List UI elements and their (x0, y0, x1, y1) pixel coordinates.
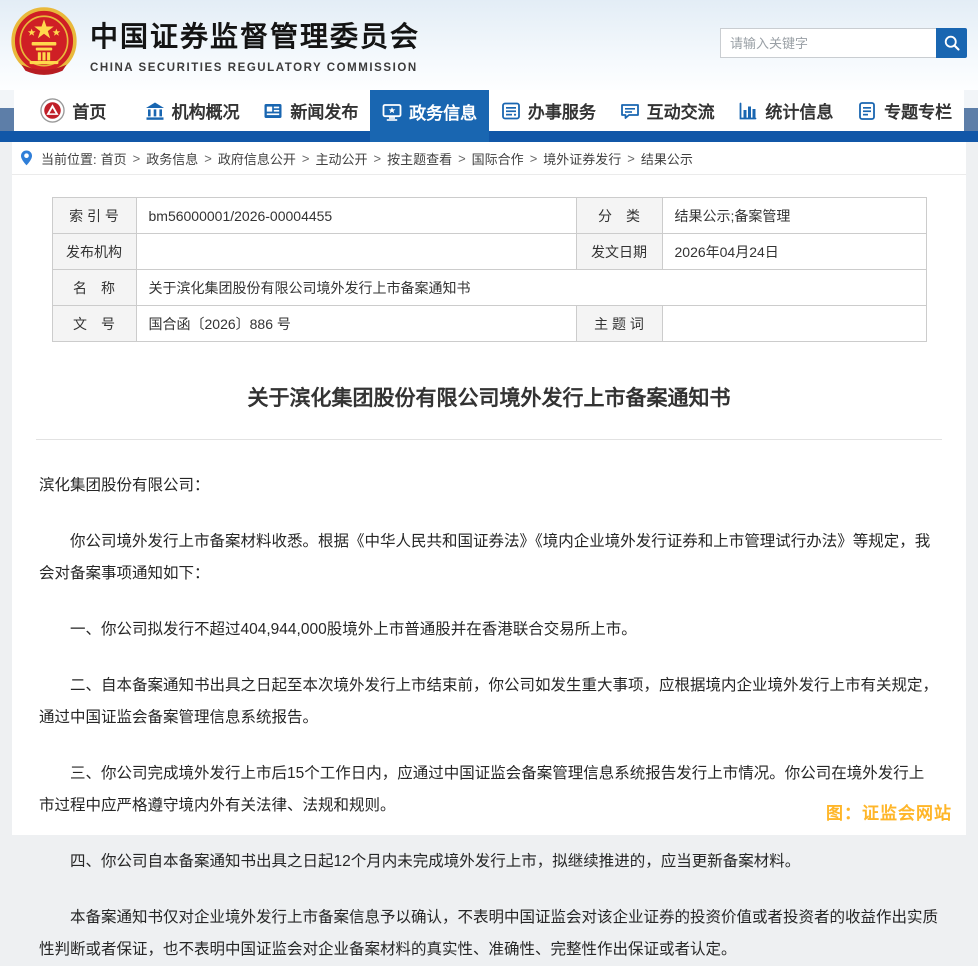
nav-bottom-bar (0, 131, 978, 142)
breadcrumb-item-gov-info[interactable]: 政务信息 (146, 149, 198, 168)
breadcrumb-separator: > (458, 150, 466, 166)
breadcrumb-item-results[interactable]: 结果公示 (641, 149, 693, 168)
nav-bar: 首页 机构概况 新闻发布 政务信息 办事服务 互动交流 统计信息 专题专栏 (14, 90, 964, 142)
doc-salutation: 滨化集团股份有限公司： (39, 477, 210, 494)
breadcrumb-separator: > (627, 150, 635, 166)
bar-chart-icon (738, 101, 758, 121)
breadcrumb-separator: > (529, 150, 538, 166)
meta-value-issuing-agency (135, 233, 577, 270)
table-row: 名 称 关于滨化集团股份有限公司境外发行上市备案通知书 (51, 269, 927, 306)
nav-item-services[interactable]: 办事服务 (489, 90, 608, 131)
breadcrumb-separator: > (204, 150, 212, 166)
monitor-icon (382, 102, 402, 122)
news-icon (263, 101, 283, 121)
nav-item-government-info[interactable]: 政务信息 (370, 90, 489, 142)
csrc-logo-icon (40, 98, 66, 123)
meta-value-title: 关于滨化集团股份有限公司境外发行上市备案通知书 (135, 269, 927, 306)
nav-left-accent (0, 108, 14, 131)
table-row: 发布机构 发文日期 2026年04月24日 (51, 233, 927, 270)
meta-label-doc-number: 文 号 (51, 305, 137, 342)
national-emblem-icon (11, 7, 77, 75)
meta-value-category: 结果公示;备案管理 (661, 197, 927, 234)
main-navigation: 首页 机构概况 新闻发布 政务信息 办事服务 互动交流 统计信息 专题专栏 (0, 90, 978, 142)
meta-value-subject-words (661, 305, 927, 342)
doc-paragraph: 三、你公司完成境外发行上市后15个工作日内，应通过中国证监会备案管理信息系统报告… (39, 765, 925, 814)
nav-label: 新闻发布 (290, 103, 359, 122)
doc-paragraph: 一、你公司拟发行不超过404,944,000股境外上市普通股并在香港联合交易所上… (70, 621, 637, 638)
breadcrumb-item-disclosure[interactable]: 政府信息公开 (218, 149, 296, 168)
doc-paragraph: 二、自本备案通知书出具之日起至本次境外发行上市结束前，你公司如发生重大事项，应根… (39, 677, 939, 726)
image-source-watermark: 图：证监会网站 (826, 804, 952, 823)
doc-paragraph: 本备案通知书仅对企业境外发行上市备案信息予以确认，不表明中国证监会对该企业证券的… (39, 909, 939, 958)
doc-paragraph: 你公司境外发行上市备案材料收悉。根据《中华人民共和国证券法》《境内企业境外发行证… (39, 533, 931, 582)
document-icon (857, 101, 877, 121)
breadcrumb-separator: > (301, 150, 310, 166)
nav-right-accent (964, 108, 978, 131)
meta-label-subject-words: 主 题 词 (575, 305, 663, 342)
nav-item-interaction[interactable]: 互动交流 (608, 90, 727, 131)
meta-label-category: 分 类 (575, 197, 663, 234)
nav-label: 政务信息 (409, 104, 478, 123)
breadcrumb-prefix: 当前位置: (41, 151, 97, 167)
breadcrumb-separator: > (132, 150, 141, 166)
nav-label: 专题专栏 (884, 103, 953, 122)
search-bar (720, 28, 967, 58)
nav-item-about[interactable]: 机构概况 (133, 90, 252, 131)
meta-label-index-number: 索 引 号 (51, 197, 137, 234)
nav-item-statistics[interactable]: 统计信息 (727, 90, 846, 131)
breadcrumb-separator: > (373, 150, 382, 166)
search-button[interactable] (936, 28, 967, 58)
meta-label-issuing-agency: 发布机构 (51, 233, 137, 270)
breadcrumb-item-intl-cooperation[interactable]: 国际合作 (472, 149, 524, 168)
search-input[interactable] (720, 28, 936, 58)
page-title: 关于滨化集团股份有限公司境外发行上市备案通知书 (247, 387, 731, 410)
nav-label: 统计信息 (765, 103, 834, 122)
org-titles: 中国证券监督管理委员会 CHINA SECURITIES REGULATORY … (90, 15, 420, 74)
bank-icon (145, 101, 165, 121)
nav-label: 首页 (72, 103, 107, 122)
breadcrumb: 当前位置: 首页 > 政务信息 > 政府信息公开 > 主动公开 > 按主题查看 … (12, 142, 966, 175)
doc-paragraph: 四、你公司自本备案通知书出具之日起12个月内未完成境外发行上市，拟继续推进的，应… (70, 853, 801, 870)
meta-value-index-number: bm56000001/2026-00004455 (135, 197, 577, 234)
breadcrumb-item-overseas-issuance[interactable]: 境外证券发行 (543, 149, 621, 168)
nav-item-news[interactable]: 新闻发布 (252, 90, 371, 131)
breadcrumb-item-proactive[interactable]: 主动公开 (315, 149, 367, 168)
breadcrumb-item-by-topic[interactable]: 按主题查看 (387, 149, 452, 168)
main-content: 当前位置: 首页 > 政务信息 > 政府信息公开 > 主动公开 > 按主题查看 … (12, 142, 966, 958)
form-icon (501, 101, 521, 121)
nav-label: 办事服务 (527, 103, 596, 122)
table-row: 索 引 号 bm56000001/2026-00004455 分 类 结果公示;… (51, 197, 927, 234)
meta-label-title: 名 称 (51, 269, 137, 306)
document-meta-table: 索 引 号 bm56000001/2026-00004455 分 类 结果公示;… (51, 197, 927, 342)
table-row: 文 号 国合函〔2026〕886 号 主 题 词 (51, 305, 927, 342)
meta-label-issue-date: 发文日期 (575, 233, 663, 270)
nav-item-home[interactable]: 首页 (14, 90, 133, 131)
org-title-cn: 中国证券监督管理委员会 (90, 21, 421, 52)
chat-icon (620, 101, 640, 121)
nav-label: 互动交流 (646, 103, 715, 122)
search-icon (944, 35, 960, 51)
meta-value-doc-number: 国合函〔2026〕886 号 (135, 305, 577, 342)
breadcrumb-item-home[interactable]: 首页 (101, 149, 127, 168)
location-pin-icon (20, 150, 33, 166)
meta-value-issue-date: 2026年04月24日 (661, 233, 927, 270)
nav-item-special-topics[interactable]: 专题专栏 (845, 90, 964, 131)
site-header: 中国证券监督管理委员会 CHINA SECURITIES REGULATORY … (0, 0, 978, 90)
document-body: 滨化集团股份有限公司： 你公司境外发行上市备案材料收悉。根据《中华人民共和国证券… (12, 440, 966, 966)
nav-label: 机构概况 (171, 103, 240, 122)
org-title-en: CHINA SECURITIES REGULATORY COMMISSION (90, 62, 418, 74)
